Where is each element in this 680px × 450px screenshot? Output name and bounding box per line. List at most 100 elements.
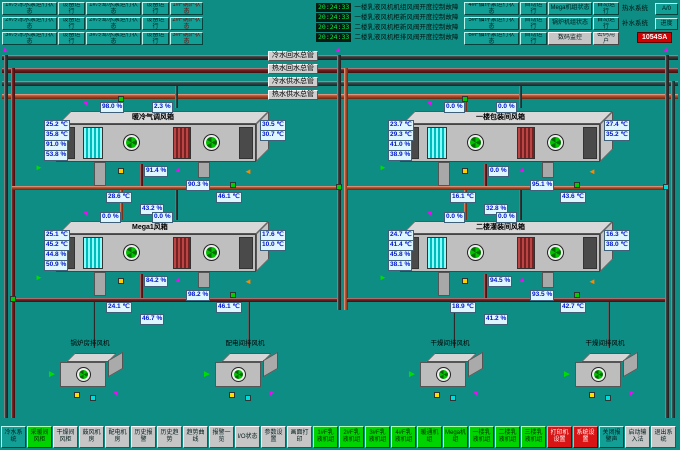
pump-status-button[interactable]: 4#F循环泵运行状态 [464, 2, 519, 15]
readout-box: 30.5 ℃ [260, 120, 286, 131]
fan-icon [76, 367, 91, 382]
hot-water-system-button[interactable]: A/0 [655, 3, 678, 15]
bottom-nav-button[interactable]: 打印机设置 [547, 426, 572, 448]
fan-icon [547, 244, 564, 261]
indicator-square [230, 182, 236, 188]
readout-box: 38.0 ℃ [604, 240, 630, 251]
indicator-square [245, 395, 251, 401]
auto-run-button[interactable]: 自动运行 [520, 2, 547, 15]
auto-run-button[interactable]: 自动运行 [593, 17, 619, 30]
alarm-row[interactable]: 20:24:33 二楼乳液风机柜排风阀开度控制故障 [316, 33, 458, 42]
bottom-nav-button[interactable]: 4#F乳液机组 [391, 426, 416, 448]
bottom-nav-button[interactable]: 画面打印 [287, 426, 312, 448]
readout-box: 42.7 ℃ [560, 302, 586, 313]
device-run-button[interactable]: 设备运行 [142, 17, 169, 30]
bottom-nav-button[interactable]: Mega机组 [443, 426, 468, 448]
bottom-nav-button[interactable]: 冷水系统 [1, 426, 26, 448]
bottom-nav-button[interactable]: 关闭报警声 [599, 426, 624, 448]
makeup-water-system-button[interactable]: 进度 [655, 18, 678, 30]
boiler-status-button[interactable]: 1#F锅炉状态 [170, 2, 203, 15]
bottom-nav-button[interactable]: 2#F乳液机组 [339, 426, 364, 448]
bottom-nav-button[interactable]: 配电机房 [105, 426, 130, 448]
device-run-button[interactable]: 设备运行 [58, 32, 85, 45]
bottom-nav-button[interactable]: 参数设置 [261, 426, 286, 448]
bottom-nav-button[interactable]: 干燥间风柜 [53, 426, 78, 448]
pipe-label: 冷水供水总管 [268, 77, 318, 87]
bottom-nav-button[interactable]: 暖通机组 [417, 426, 442, 448]
device-run-button[interactable]: 设备运行 [142, 32, 169, 45]
arrow-down-icon: ▼ [82, 210, 90, 218]
indicator-square [605, 395, 611, 401]
pump-status-button[interactable]: 1#冷冻水泵运行状态 [2, 2, 57, 15]
bottom-nav-button[interactable]: 1#F乳液机组 [313, 426, 338, 448]
bottom-nav-button[interactable]: 二楼乳液机组 [495, 426, 520, 448]
readout-box: 45.2 ℃ [44, 240, 70, 251]
alarm-row[interactable]: 20:24:33 一楼乳液风机柜新风阀开度控制故障 [316, 13, 458, 22]
arrow-down-icon: ▼ [426, 210, 434, 218]
pump-status-button[interactable]: 6#F循环泵运行状态 [464, 32, 519, 45]
readout-box: 0.0 % [496, 102, 517, 113]
bottom-nav-button[interactable]: 3#F乳液机组 [365, 426, 390, 448]
bottom-nav-button[interactable]: 启动输入法 [625, 426, 650, 448]
boiler-status-button[interactable]: 2#F锅炉状态 [170, 17, 203, 30]
fan-front-face [60, 362, 106, 387]
bottom-nav-button[interactable]: 鼓风机房 [79, 426, 104, 448]
ahu-unit: 暖冷气调风箱 25.2 ℃ 35.8 ℃ 91.0 % 53.8 % 98.0 … [48, 108, 284, 216]
bottom-nav-button[interactable]: 历史趋势 [157, 426, 182, 448]
pump-status-button[interactable]: 5#F循环泵运行状态 [464, 17, 519, 30]
ahu-unit: Mega1风箱 25.1 ℃ 45.2 ℃ 44.8 % 50.9 % 0.0 … [48, 218, 284, 326]
pump-status-button[interactable]: 1#冷却水泵运行状态 [86, 2, 141, 15]
ahu-cooling-coil [83, 127, 103, 159]
indicator-square [230, 292, 236, 298]
pump-status-button[interactable]: 2#冷却水泵运行状态 [86, 17, 141, 30]
readout-box: 0.0 % [488, 166, 509, 177]
alarm-row[interactable]: 20:24:33 一楼乳液风机机组风阀开度控制故障 [316, 3, 458, 12]
readout-box: 35.8 ℃ [44, 130, 70, 141]
bottom-nav-button[interactable]: 三楼乳液机组 [521, 426, 546, 448]
bottom-nav-button[interactable]: 一楼乳液机组 [469, 426, 494, 448]
boiler-status-button[interactable]: 3#F锅炉状态 [170, 32, 203, 45]
indicator-square [574, 182, 580, 188]
fan-icon [123, 134, 140, 151]
arrow-right-icon: ► [379, 274, 387, 282]
device-run-button[interactable]: 设备运行 [58, 17, 85, 30]
pipe-drop [519, 86, 522, 108]
exhaust-fan-unit: 配电间排风机 ► ▼ [211, 348, 291, 402]
bottom-nav-button[interactable]: 历史报警 [131, 426, 156, 448]
exhaust-fan-unit: 干燥间排风机 ► ▼ [416, 348, 496, 402]
readout-box: 28.6 ℃ [106, 192, 132, 203]
video-monitor-button[interactable]: 数码监控 [548, 32, 592, 45]
bottom-nav-button[interactable]: 退出系统 [651, 426, 676, 448]
bottom-nav-button[interactable]: 采暖间风柜 [27, 426, 52, 448]
bottom-nav-button[interactable]: 系统设置 [573, 426, 598, 448]
pump-status-button[interactable]: 3#冷却水泵运行状态 [86, 32, 141, 45]
pipe-label: 热水供水总管 [268, 90, 318, 100]
pump-status-button[interactable]: 3#冷冻水泵运行状态 [2, 32, 57, 45]
alarm-row[interactable]: 20:24:33 二楼乳液风机柜新风阀开度控制故障 [316, 23, 458, 32]
exhaust-fan-label: 干燥间排风机 [410, 337, 490, 347]
auto-run-button[interactable]: 自动运行 [520, 32, 547, 45]
readout-box: 41.4 ℃ [388, 240, 414, 251]
device-run-button[interactable]: 设备运行 [142, 2, 169, 15]
pump-status-button[interactable]: 2#冷冻水泵运行状态 [2, 17, 57, 30]
indicator-square [118, 278, 124, 284]
bottom-nav-button[interactable]: 趋势曲线 [183, 426, 208, 448]
readout-box: 91.4 % [144, 166, 168, 177]
unit-status-button[interactable]: Mega机组状态 [548, 2, 592, 15]
bottom-nav-button[interactable]: 报警一览 [209, 426, 234, 448]
pipe-riser [337, 55, 341, 310]
ahu-heating-coil [173, 237, 191, 269]
alarm-time: 20:24:33 [316, 33, 351, 42]
ahu-heating-coil [173, 127, 191, 159]
bottom-nav-button[interactable]: I/O状态 [235, 426, 260, 448]
readout-box: 0.0 % [152, 212, 173, 223]
auto-run-button[interactable]: 自动运行 [593, 2, 619, 15]
arrow-up-icon: ▲ [1, 46, 9, 54]
indicator-square [462, 278, 468, 284]
readout-box: 30.7 ℃ [260, 130, 286, 141]
readout-box: 24.1 ℃ [106, 302, 132, 313]
unit-status-button[interactable]: 锅炉机组状态 [548, 17, 592, 30]
password-user-button[interactable]: 密码用户 [593, 32, 619, 45]
auto-run-button[interactable]: 自动运行 [520, 17, 547, 30]
device-run-button[interactable]: 设备运行 [58, 2, 85, 15]
